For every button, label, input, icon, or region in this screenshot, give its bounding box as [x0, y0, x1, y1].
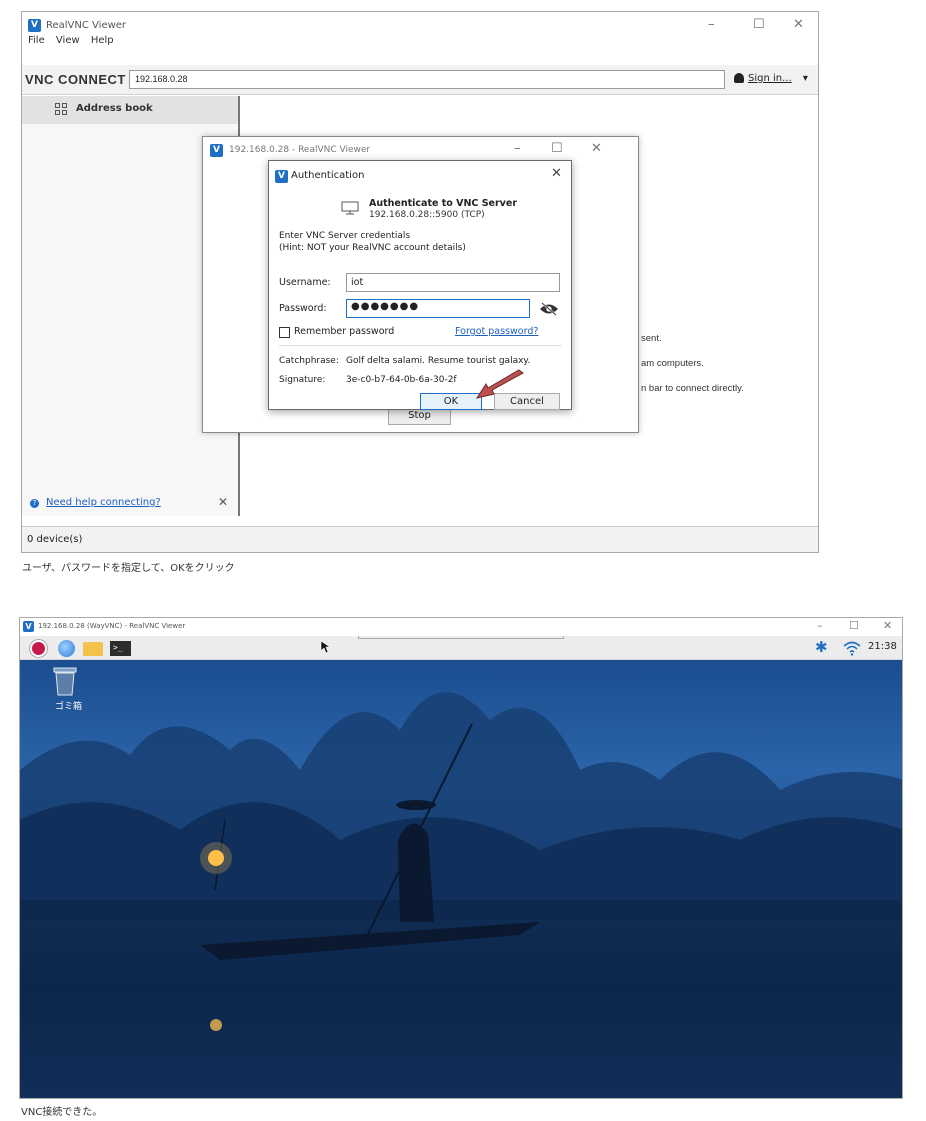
- dialog-close-icon[interactable]: ✕: [551, 166, 562, 181]
- catchphrase-label: Catchphrase:: [279, 356, 339, 366]
- realvnc-app-icon: V: [23, 621, 34, 632]
- caption-2: VNC接続できた。: [21, 1107, 103, 1118]
- sign-in-button[interactable]: Sign in... ▾: [734, 70, 817, 90]
- background-text-1: sent.: [641, 333, 662, 344]
- menu-bar: File View Help: [28, 35, 122, 46]
- menu-help[interactable]: Help: [91, 35, 114, 46]
- connect-bar: VNC CONNECT 192.168.0.28 Sign in... ▾: [22, 65, 818, 95]
- dialog-heading: Authenticate to VNC Server: [369, 198, 518, 209]
- maximize-button[interactable]: ☐: [849, 619, 859, 632]
- password-field[interactable]: ●●●●●●●: [346, 299, 530, 318]
- background-text-2: am computers.: [641, 358, 704, 369]
- divider: [279, 345, 562, 346]
- user-icon: [734, 73, 744, 83]
- password-label: Password:: [279, 303, 327, 314]
- username-field[interactable]: iot: [346, 273, 560, 292]
- remember-password-checkbox[interactable]: [279, 327, 290, 338]
- window-title: 192.168.0.28 (WayVNC) - RealVNC Viewer: [38, 622, 186, 630]
- address-book-label: Address book: [76, 103, 153, 114]
- server-address: 192.168.0.28::5900 (TCP): [369, 210, 485, 220]
- desktop-wallpaper: ゴミ箱: [20, 660, 902, 1098]
- monitor-icon: [341, 201, 359, 215]
- mouse-cursor-icon: [320, 640, 330, 654]
- maximize-button[interactable]: ☐: [551, 141, 563, 156]
- minimize-button[interactable]: –: [514, 141, 521, 156]
- file-manager-folder-icon[interactable]: [83, 642, 103, 656]
- wifi-icon[interactable]: [843, 640, 861, 656]
- signature-value: 3e-c0-b7-64-0b-6a-30-2f: [346, 375, 457, 385]
- realvnc-app-icon: V: [210, 144, 223, 157]
- background-text-3: n bar to connect directly.: [641, 383, 744, 394]
- remote-desktop-window: V 192.168.0.28 (WayVNC) - RealVNC Viewer…: [19, 617, 903, 1099]
- status-bar: 0 device(s): [22, 526, 818, 552]
- username-label: Username:: [279, 277, 331, 288]
- title-bar: V 192.168.0.28 (WayVNC) - RealVNC Viewer…: [20, 618, 902, 636]
- window-tab-strip: [358, 636, 564, 639]
- close-button[interactable]: ✕: [793, 17, 804, 32]
- trash-label[interactable]: ゴミ箱: [55, 699, 82, 712]
- bluetooth-icon[interactable]: ✱: [815, 638, 828, 656]
- close-button[interactable]: ✕: [591, 141, 602, 156]
- maximize-button[interactable]: ☐: [753, 17, 765, 32]
- minimize-button[interactable]: –: [817, 619, 823, 632]
- address-book-tab[interactable]: Address book: [22, 96, 238, 124]
- raspberry-pi-taskbar: >_ ✱ 21:38: [20, 636, 902, 660]
- instructions-line-1: Enter VNC Server credentials: [279, 231, 411, 241]
- window-title: RealVNC Viewer: [46, 20, 127, 31]
- address-input[interactable]: 192.168.0.28: [129, 70, 725, 89]
- show-password-icon[interactable]: [539, 302, 559, 316]
- clock: 21:38: [868, 641, 897, 652]
- address-book-icon: [55, 103, 68, 116]
- raspberry-menu-icon[interactable]: [30, 640, 47, 657]
- realvnc-app-icon: V: [28, 19, 41, 32]
- forgot-password-link[interactable]: Forgot password?: [455, 326, 538, 337]
- title-bar: V RealVNC Viewer – ☐ ✕: [22, 12, 818, 46]
- close-button[interactable]: ✕: [883, 619, 892, 632]
- authentication-dialog: V Authentication ✕ Authenticate to VNC S…: [268, 160, 572, 410]
- wallpaper-scene: [20, 692, 902, 1098]
- caption-1: ユーザ、パスワードを指定して、OKをクリック: [22, 563, 235, 574]
- minimize-button[interactable]: –: [708, 17, 715, 32]
- remember-password-label[interactable]: Remember password: [294, 326, 394, 337]
- dialog-title: Authentication: [291, 170, 365, 181]
- vnc-connect-logo: VNC CONNECT: [25, 72, 126, 87]
- need-help-link[interactable]: Need help connecting?: [46, 497, 161, 508]
- vnc-viewer-window: V RealVNC Viewer – ☐ ✕ File View Help VN…: [21, 11, 819, 553]
- trash-icon[interactable]: [52, 666, 78, 696]
- instructions-line-2: (Hint: NOT your RealVNC account details): [279, 243, 466, 253]
- help-close-icon[interactable]: ✕: [218, 495, 228, 509]
- realvnc-app-icon: V: [275, 170, 288, 183]
- help-banner: ? Need help connecting? ✕: [22, 492, 240, 516]
- menu-file[interactable]: File: [28, 35, 45, 46]
- menu-view[interactable]: View: [56, 35, 80, 46]
- sign-in-label: Sign in...: [748, 73, 792, 84]
- chevron-down-icon[interactable]: ▾: [803, 73, 808, 84]
- connection-window-title: 192.168.0.28 - RealVNC Viewer: [229, 145, 371, 155]
- catchphrase-value: Golf delta salami. Resume tourist galaxy…: [346, 356, 531, 366]
- terminal-icon[interactable]: >_: [110, 641, 131, 656]
- signature-label: Signature:: [279, 375, 326, 385]
- browser-globe-icon[interactable]: [58, 640, 75, 657]
- device-count: 0 device(s): [27, 534, 83, 545]
- help-icon: ?: [30, 499, 39, 508]
- pointer-arrow-annotation: [475, 369, 524, 399]
